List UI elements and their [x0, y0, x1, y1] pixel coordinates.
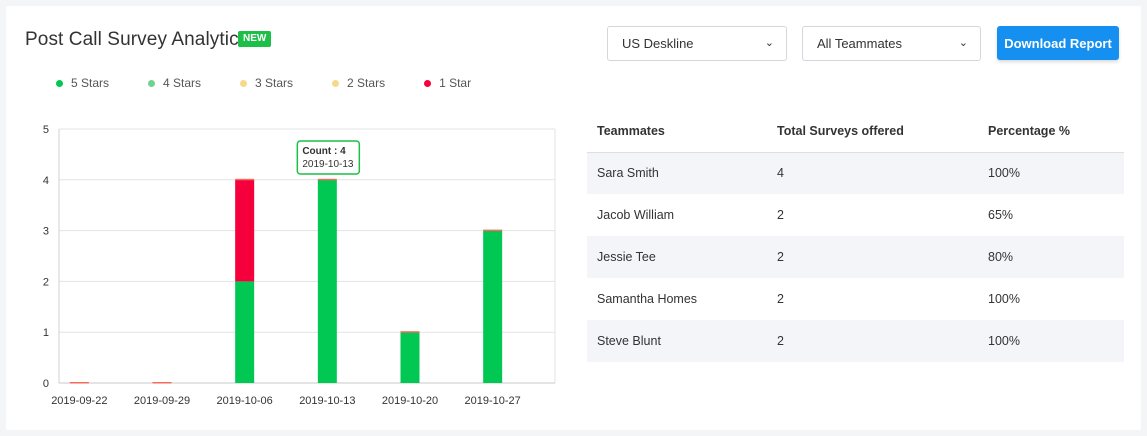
cell-total-surveys: 2	[777, 292, 784, 306]
legend-dot-icon	[148, 79, 156, 87]
teammates-select[interactable]: All Teammates ⌄	[802, 26, 981, 61]
legend-item[interactable]: 2 Stars	[332, 76, 385, 90]
legend-dot-icon	[424, 79, 432, 87]
bar-top-cap	[317, 178, 337, 181]
cell-percentage: 100%	[978, 320, 1124, 362]
cell-total-surveys: 2	[767, 320, 978, 362]
column-header-percentage: Percentage %	[978, 110, 1124, 153]
y-tick-label: 2	[43, 276, 49, 288]
teammates-select-value: All Teammates	[817, 36, 903, 51]
x-tick-label: 2019-10-27	[465, 395, 521, 407]
legend-dot-icon	[332, 79, 340, 87]
cell-percentage: 65%	[988, 208, 1014, 222]
table-header-row: Teammates Total Surveys offered Percenta…	[587, 110, 1124, 153]
y-tick-label: 1	[43, 327, 49, 339]
table-row: Sara Smith 4 100%	[587, 152, 1124, 194]
y-tick-label: 4	[43, 175, 49, 187]
cell-teammate: Samantha Homes	[597, 292, 698, 306]
bar-top-cap	[235, 178, 255, 181]
cell-teammate: Jacob William	[597, 208, 675, 222]
cell-total-surveys: 4	[767, 152, 978, 194]
legend-item[interactable]: 4 Stars	[148, 76, 201, 90]
bar-top-cap	[69, 382, 89, 384]
legend-item[interactable]: 5 Stars	[56, 76, 109, 90]
cell-percentage: 100%	[988, 292, 1020, 306]
table-row: Samantha Homes 2 100%	[587, 278, 1124, 320]
table-row: Jessie Tee 2 80%	[587, 236, 1124, 278]
analytics-card: Post Call Survey Analytics NEW US Deskli…	[6, 6, 1141, 430]
cell-total-surveys: 2	[767, 236, 978, 278]
chart-legend: 5 Stars 4 Stars 3 Stars 2 Stars 1 Star	[56, 76, 471, 90]
bar-top-cap	[152, 382, 172, 384]
table-row: Jacob William 2 65%	[587, 194, 1124, 236]
cell-percentage: 100%	[978, 152, 1124, 194]
tooltip-count: Count : 4	[302, 146, 346, 157]
cell-total-surveys: 2	[777, 208, 784, 222]
legend-dot-icon	[56, 79, 63, 87]
page-title: Post Call Survey Analytics	[25, 29, 249, 50]
bar-segment	[400, 332, 420, 383]
legend-label: 3 Stars	[255, 76, 294, 90]
bar-top-cap	[400, 331, 420, 333]
bar-segment	[317, 179, 337, 383]
survey-bar-chart: 0 1 2 3 4 5 2019-09-22 2019-09-29 2019-10-06 2019…	[43, 124, 556, 407]
team-select[interactable]: US Deskline ⌄	[607, 26, 787, 61]
x-tick-label: 2019-09-29	[134, 395, 190, 407]
y-tick-label: 3	[43, 226, 49, 238]
cell-teammate: Steve Blunt	[587, 320, 767, 362]
legend-label: 5 Stars	[71, 76, 110, 90]
x-tick-label: 2019-10-06	[217, 395, 273, 407]
cell-teammate: Jessie Tee	[587, 236, 767, 278]
legend-item[interactable]: 1 Star	[424, 76, 471, 90]
table-row: Steve Blunt 2 100%	[587, 320, 1124, 362]
legend-label: 4 Stars	[163, 76, 202, 90]
cell-teammate: Sara Smith	[587, 152, 767, 194]
bar-segment	[235, 281, 255, 383]
y-tick-label: 0	[43, 378, 49, 390]
x-tick-label: 2019-10-13	[299, 395, 355, 407]
column-header-total-surveys: Total Surveys offered	[767, 110, 978, 153]
chevron-down-icon: ⌄	[958, 37, 968, 49]
y-tick-label: 5	[43, 124, 49, 136]
legend-label: 2 Stars	[347, 76, 386, 90]
download-report-button[interactable]: Download Report	[997, 26, 1119, 60]
tooltip-date: 2019-10-13	[302, 159, 354, 170]
legend-item[interactable]: 3 Stars	[240, 76, 293, 90]
new-badge: NEW	[238, 31, 272, 47]
team-select-value: US Deskline	[622, 36, 694, 51]
bar-segment	[235, 179, 255, 282]
bar-top-cap	[483, 229, 503, 232]
x-tick-label: 2019-09-22	[51, 395, 107, 407]
legend-dot-icon	[240, 79, 248, 87]
column-header-teammates: Teammates	[587, 110, 767, 153]
cell-percentage: 80%	[978, 236, 1124, 278]
legend-label: 1 Star	[439, 76, 472, 90]
chevron-down-icon: ⌄	[764, 37, 774, 49]
teammates-table: Teammates Total Surveys offered Percenta…	[587, 110, 1124, 362]
x-tick-label: 2019-10-20	[382, 395, 438, 407]
bar-segment	[483, 230, 503, 383]
